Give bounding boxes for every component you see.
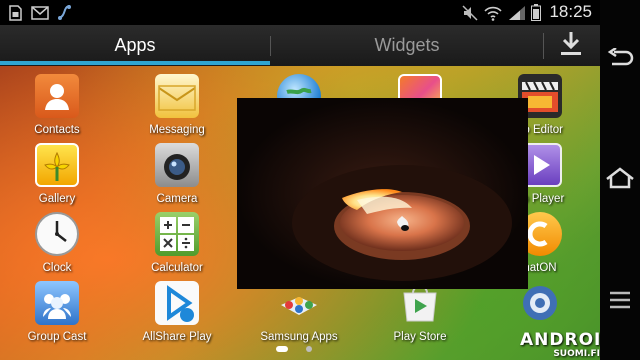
app-gallery[interactable]: Gallery <box>1 143 113 209</box>
watermark-line2: SUOMI.FI <box>553 349 600 359</box>
tab-apps[interactable]: Apps <box>0 25 270 66</box>
camera-icon <box>155 143 199 187</box>
clock-icon <box>35 212 79 256</box>
sim-card-icon <box>8 4 22 21</box>
app-label: Samsung Apps <box>260 331 338 343</box>
allshare-play-icon <box>155 281 199 325</box>
home-icon <box>605 167 635 193</box>
app-label: Messaging <box>149 124 205 136</box>
app-label: Gallery <box>38 193 76 205</box>
tab-bar: Apps Widgets <box>0 25 600 66</box>
popup-video-player[interactable] <box>237 98 528 289</box>
app-label: Clock <box>42 262 72 274</box>
back-button[interactable] <box>600 40 640 80</box>
gmail-icon <box>31 4 49 21</box>
active-tab-indicator <box>0 61 270 65</box>
app-play-store[interactable]: Play Store <box>364 281 476 347</box>
app-clock[interactable]: Clock <box>1 212 113 278</box>
gallery-icon <box>35 143 79 187</box>
messaging-icon <box>155 74 199 118</box>
mute-icon <box>462 4 478 21</box>
app-label: Camera <box>156 193 198 205</box>
downloaded-apps-button[interactable] <box>551 30 591 62</box>
app-drawer-screen: 18:25 Apps Widgets Contacts Messaging eo… <box>0 0 600 360</box>
app-group-cast[interactable]: Group Cast <box>1 281 113 347</box>
app-label: Contacts <box>34 124 80 136</box>
app-samsung-apps[interactable]: Samsung Apps <box>243 281 355 347</box>
status-bar: 18:25 <box>0 0 600 25</box>
menu-button[interactable] <box>600 282 640 322</box>
status-time: 18:25 <box>549 2 592 21</box>
app-label: Group Cast <box>27 331 87 343</box>
menu-icon <box>609 290 631 314</box>
download-icon <box>559 31 583 61</box>
contacts-icon <box>35 74 79 118</box>
app-label: Play Store <box>393 331 447 343</box>
page-dot <box>306 346 312 352</box>
group-cast-icon <box>35 281 79 325</box>
app-label: AllShare Play <box>142 331 212 343</box>
app-calculator[interactable]: Calculator <box>121 212 233 278</box>
watermark-line1: ANDROID <box>520 330 600 350</box>
back-icon <box>606 46 634 72</box>
tab-widgets[interactable]: Widgets <box>272 25 542 66</box>
candle-video-frame <box>237 98 528 289</box>
tab-divider <box>543 33 544 59</box>
wifi-icon <box>484 4 502 21</box>
usb-debug-icon <box>56 4 72 21</box>
home-button[interactable] <box>600 160 640 200</box>
tab-divider <box>270 36 271 56</box>
battery-icon <box>530 4 542 21</box>
app-messaging[interactable]: Messaging <box>121 74 233 140</box>
app-camera[interactable]: Camera <box>121 143 233 209</box>
page-dot-active <box>276 346 288 352</box>
calculator-icon <box>155 212 199 256</box>
app-allshare-play[interactable]: AllShare Play <box>121 281 233 347</box>
signal-icon <box>508 4 526 21</box>
navigation-bar <box>600 0 640 360</box>
app-label: Calculator <box>151 262 203 274</box>
app-contacts[interactable]: Contacts <box>1 74 113 140</box>
androidsuomi-watermark: ANDROID SUOMI.FI <box>520 330 600 360</box>
